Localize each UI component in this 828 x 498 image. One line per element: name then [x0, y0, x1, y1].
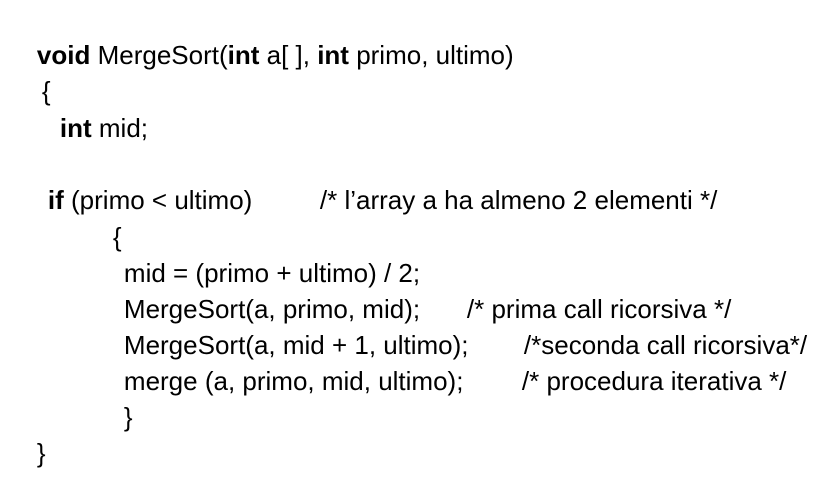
keyword-int: int — [227, 40, 260, 70]
code-text: merge (a, primo, mid, ultimo); — [123, 366, 464, 396]
comment-text: /* procedura iterativa */ — [521, 366, 787, 396]
code-line-open-brace-if: { — [84, 192, 122, 252]
code-comment: /*seconda call ricorsiva*/ — [495, 300, 807, 360]
comment-text: /* l’array a ha almeno 2 elementi */ — [319, 185, 718, 215]
code-text: MergeSort( — [90, 40, 228, 70]
code-line-close-brace-if: } — [95, 372, 133, 432]
code-text: a[ ], — [259, 40, 318, 70]
code-line-open-brace-func: { — [13, 46, 51, 106]
code-line-if-statement: if (primo < ultimo) — [19, 155, 252, 215]
code-line-second-recursive-call: MergeSort(a, mid + 1, ultimo); — [95, 300, 469, 360]
code-comment: /* l’array a ha almeno 2 elementi */ — [291, 155, 717, 215]
keyword-int: int — [317, 40, 349, 70]
keyword-if: if — [47, 185, 64, 215]
code-comment: /* procedura iterativa */ — [493, 336, 786, 396]
code-line-signature: void MergeSort(int a[ ], int primo, ulti… — [8, 10, 514, 70]
keyword-int: int — [59, 113, 92, 143]
code-line-assign-mid: mid = (primo + ultimo) / 2; — [95, 228, 420, 288]
code-text: primo, ultimo) — [348, 40, 514, 70]
code-line-decl-mid: int mid; — [31, 83, 148, 143]
code-text: mid; — [91, 113, 149, 143]
code-line-first-recursive-call: MergeSort(a, primo, mid); — [95, 264, 420, 324]
code-listing: void MergeSort(int a[ ], int primo, ulti… — [0, 0, 828, 468]
code-line-merge-call: merge (a, primo, mid, ultimo); — [95, 336, 464, 396]
code-comment: /* prima call ricorsiva */ — [438, 264, 731, 324]
code-line-close-brace-func: } — [8, 408, 46, 468]
code-text: } — [36, 438, 46, 468]
code-text: } — [123, 402, 133, 432]
